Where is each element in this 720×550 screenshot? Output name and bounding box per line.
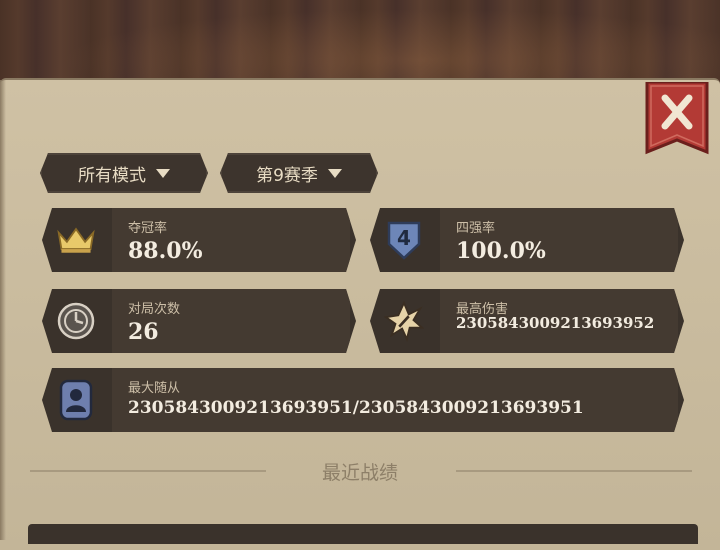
stat-label: 夺冠率 bbox=[128, 221, 168, 236]
stat-label: 最大随从 bbox=[128, 381, 181, 396]
star-burst-icon bbox=[384, 301, 424, 341]
stat-card-max-minions: 最大随从 2305843009213693951/230584300921369… bbox=[42, 368, 684, 432]
chevron-down-icon bbox=[328, 169, 342, 178]
crown-icon bbox=[56, 220, 96, 260]
recent-record-row[interactable] bbox=[28, 524, 698, 544]
stat-value: 2305843009213693951/2305843009213693951 bbox=[128, 398, 584, 418]
stat-value: 100.0% bbox=[456, 238, 546, 264]
portrait-icon bbox=[56, 380, 96, 420]
season-dropdown-label: 第9赛季 bbox=[256, 165, 318, 186]
stat-value: 26 bbox=[128, 319, 159, 345]
season-dropdown[interactable]: 第9赛季 bbox=[220, 153, 378, 193]
section-title-recent-records: 最近战绩 bbox=[321, 462, 398, 484]
close-button[interactable] bbox=[645, 80, 709, 156]
badge-four-icon: 4 bbox=[384, 220, 424, 260]
stat-label: 对局次数 bbox=[128, 302, 181, 317]
stat-card-match-count: 对局次数 26 bbox=[42, 289, 356, 353]
stat-label: 四强率 bbox=[456, 221, 496, 236]
chevron-down-icon bbox=[156, 169, 170, 178]
stat-card-win-rate: 夺冠率 88.0% bbox=[42, 208, 356, 272]
mode-dropdown[interactable]: 所有模式 bbox=[40, 153, 208, 193]
wood-background bbox=[0, 0, 720, 90]
mode-dropdown-label: 所有模式 bbox=[78, 165, 146, 186]
stat-value: 88.0% bbox=[128, 238, 203, 264]
stat-card-top4-rate: 4 四强率 100.0% bbox=[370, 208, 684, 272]
stat-value: 2305843009213693952 bbox=[456, 314, 655, 332]
close-icon bbox=[645, 80, 709, 155]
stat-card-max-damage: 最高伤害 2305843009213693952 bbox=[370, 289, 684, 353]
svg-text:4: 4 bbox=[397, 226, 411, 250]
clock-badge-icon bbox=[56, 301, 96, 341]
